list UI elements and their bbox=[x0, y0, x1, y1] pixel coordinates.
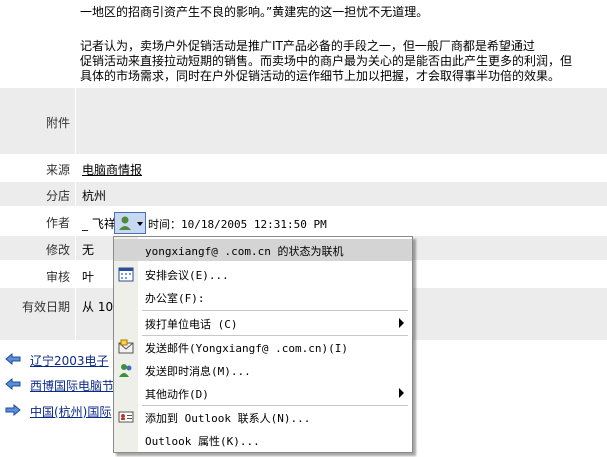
menu-item-instant-message[interactable]: 发送即时消息(M)... bbox=[114, 359, 412, 381]
related-link[interactable]: 西博国际电脑节 bbox=[30, 377, 114, 394]
attachment-label: 附件 bbox=[45, 116, 70, 130]
instant-message-icon bbox=[118, 362, 134, 378]
other-label: 其他动作(D) bbox=[145, 388, 209, 401]
menu-item-outlook-properties[interactable]: Outlook 属性(K)... bbox=[114, 429, 412, 451]
column-divider bbox=[75, 288, 76, 340]
menu-item-other-actions[interactable]: 其他动作(D) bbox=[114, 382, 412, 404]
arrow-left-icon bbox=[5, 377, 21, 391]
add-contact-label: 添加到 Outlook 联系人(N)... bbox=[145, 412, 311, 425]
im-label: 发送即时消息(M)... bbox=[145, 365, 251, 378]
call-label: 拨打单位电话 (C) bbox=[145, 318, 238, 331]
submenu-arrow-icon bbox=[399, 318, 404, 328]
article-text-line: 记者认为，卖场户外促销活动是推广IT产品必备的手段之一，但一般厂商都是希望通过 bbox=[80, 39, 535, 53]
menu-item-status: yongxiangf@ .com.cn 的状态为联机 bbox=[114, 239, 412, 261]
menu-item-add-contact[interactable]: 添加到 Outlook 联系人(N)... bbox=[114, 406, 412, 428]
office-label: 办公室(F): bbox=[145, 292, 205, 305]
branch-value: 杭州 bbox=[82, 189, 107, 203]
review-label: 审核 bbox=[45, 270, 70, 284]
source-row: 来源 电脑商情报 bbox=[0, 156, 607, 180]
calendar-icon bbox=[118, 266, 134, 282]
menu-item-send-email[interactable]: 发送邮件(Yongxiangf@ .com.cn)(I) bbox=[114, 336, 412, 358]
presence-button[interactable] bbox=[114, 212, 146, 234]
author-name: _ 飞祥 bbox=[82, 217, 116, 231]
menu-item-office[interactable]: 办公室(F): bbox=[114, 286, 412, 308]
person-status-icon bbox=[119, 216, 143, 230]
article-text-line: 具体的市场需求，同时在户外促销活动的运作细节上加以把握，才会取得事半功倍的效果。 bbox=[80, 69, 561, 83]
menu-item-call[interactable]: 拨打单位电话 (C) bbox=[114, 312, 412, 334]
related-link[interactable]: 辽宁2003电子 bbox=[30, 352, 109, 369]
valid-date-label: 有效日期 bbox=[21, 300, 70, 314]
column-divider bbox=[75, 236, 76, 260]
source-label: 来源 bbox=[45, 163, 70, 177]
presence-context-menu: yongxiangf@ .com.cn 的状态为联机 安排会议(E)... 办公… bbox=[113, 236, 413, 453]
status-text: yongxiangf@ .com.cn 的状态为联机 bbox=[145, 245, 344, 258]
schedule-label: 安排会议(E)... bbox=[145, 269, 229, 282]
post-time: 时间：10/18/2005 12:31:50 PM bbox=[148, 218, 327, 231]
source-link[interactable]: 电脑商情报 bbox=[82, 161, 142, 178]
review-value: 叶 bbox=[82, 270, 95, 284]
column-divider bbox=[75, 182, 76, 206]
arrow-left-icon bbox=[5, 352, 21, 366]
related-link[interactable]: 中国(杭州)国际 bbox=[30, 403, 111, 420]
article-text-line: 促销活动来直接拉动短期的销售。而卖场中的商户最为关心的是能否由此产生更多的利润，… bbox=[80, 54, 573, 68]
contact-card-icon bbox=[118, 409, 134, 425]
modify-value: 无 bbox=[82, 243, 95, 257]
attachment-row: 附件 bbox=[0, 88, 607, 154]
menu-separator bbox=[142, 310, 408, 311]
properties-label: Outlook 属性(K)... bbox=[145, 435, 260, 448]
email-label: 发送邮件(Yongxiangf@ .com.cn)(I) bbox=[145, 342, 348, 355]
arrow-right-icon bbox=[5, 403, 21, 417]
article-text-line: 一地区的招商引资产生不良的影响。”黄建宪的这一担忧不无道理。 bbox=[80, 5, 429, 19]
column-divider bbox=[75, 88, 76, 154]
branch-label: 分店 bbox=[45, 189, 70, 203]
menu-item-schedule-meeting[interactable]: 安排会议(E)... bbox=[114, 263, 412, 285]
branch-row: 分店 杭州 bbox=[0, 182, 607, 206]
modify-label: 修改 bbox=[45, 243, 70, 257]
mail-icon bbox=[118, 339, 134, 355]
valid-date-value: 从 10 bbox=[82, 300, 114, 314]
submenu-arrow-icon bbox=[399, 388, 404, 398]
author-row: 作者 _ 飞祥 时间：10/18/2005 12:31:50 PM bbox=[0, 208, 607, 234]
author-label: 作者 bbox=[45, 216, 70, 230]
